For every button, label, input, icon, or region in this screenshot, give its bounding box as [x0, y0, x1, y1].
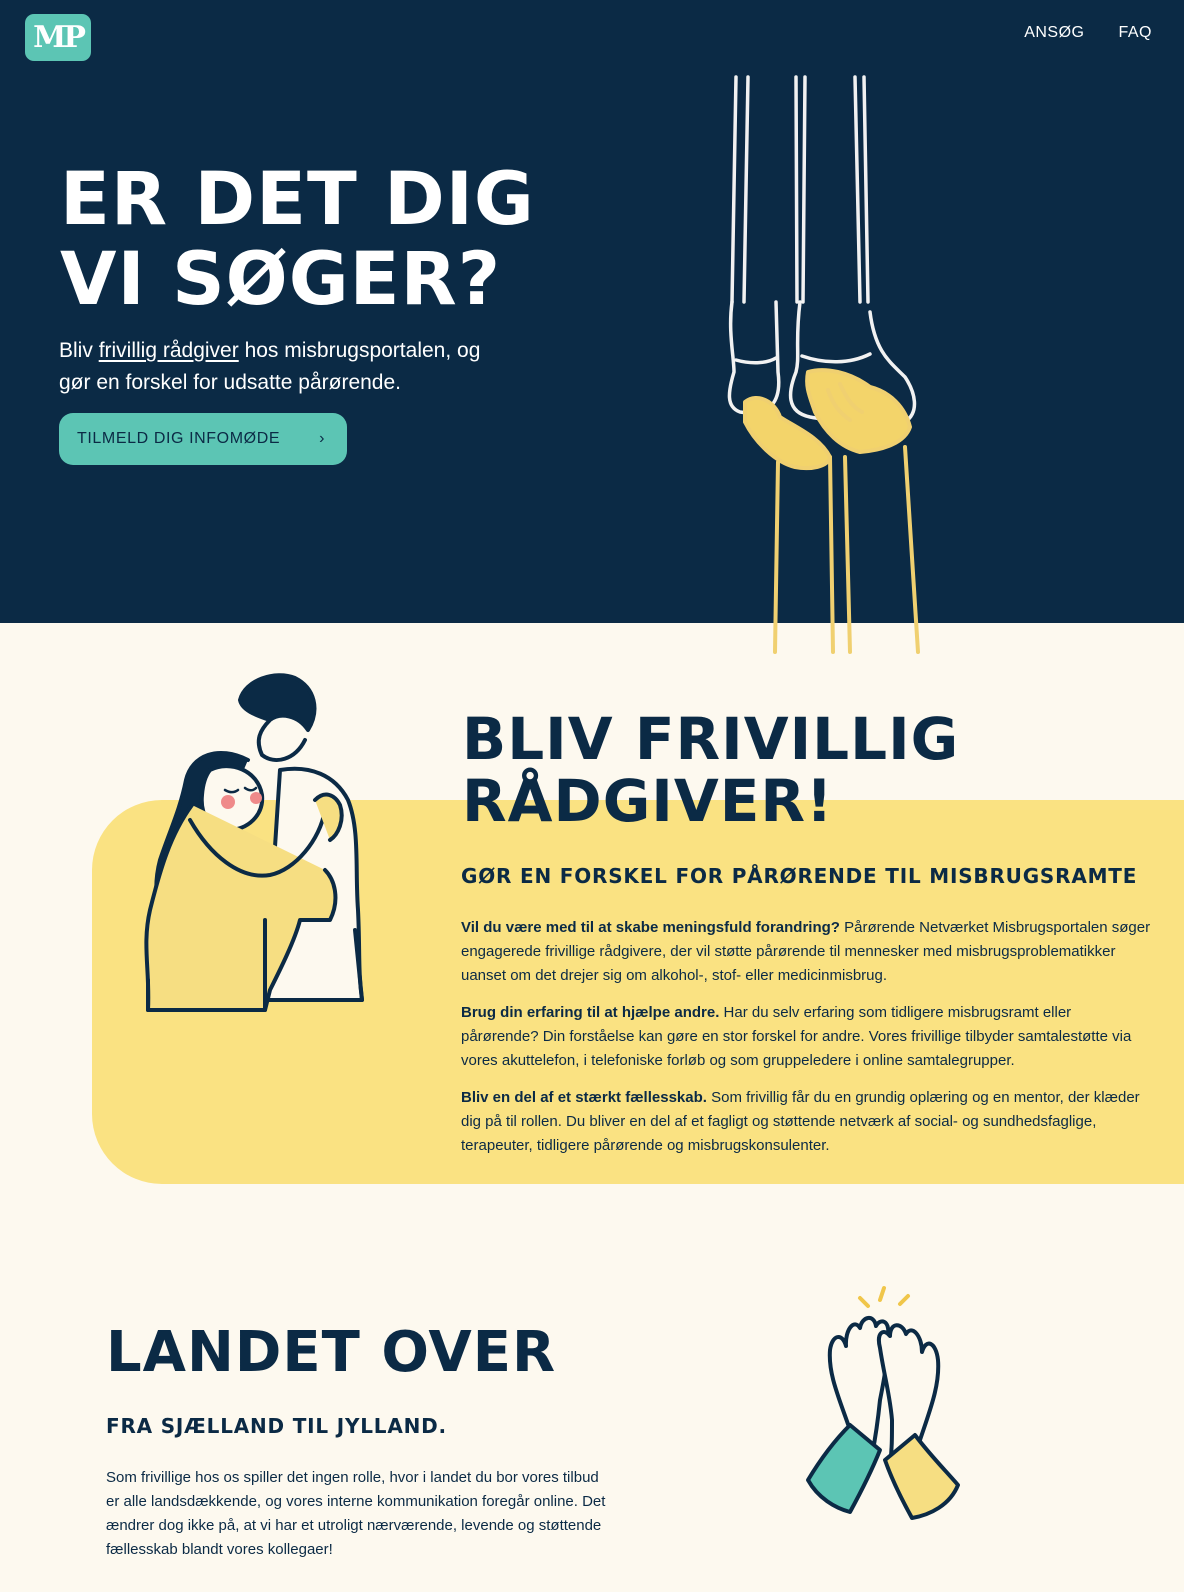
hero-title-line1: ER DET DIG: [60, 157, 535, 242]
nav-link-apply[interactable]: ANSØG: [1024, 24, 1084, 42]
country-title: LANDET OVER: [106, 1320, 557, 1385]
paragraph-lead: Brug din erfaring til at hjælpe andre.: [461, 1004, 720, 1021]
hero-subtitle-link[interactable]: frivillig rådgiver: [99, 339, 239, 362]
volunteer-title: BLIV FRIVILLIG RÅDGIVER!: [462, 708, 959, 832]
volunteer-title-line2: RÅDGIVER!: [462, 767, 834, 835]
hero-subtitle: Bliv frivillig rådgiver hos misbrugsport…: [59, 335, 499, 399]
logo[interactable]: MP: [25, 14, 91, 61]
country-subtitle: FRA SJÆLLAND TIL JYLLAND.: [106, 1414, 447, 1438]
volunteer-paragraph-2: Brug din erfaring til at hjælpe andre. H…: [461, 1001, 1151, 1073]
cta-label: TILMELD DIG INFOMØDE: [77, 430, 281, 447]
nav-link-faq[interactable]: FAQ: [1118, 24, 1152, 42]
volunteer-body: Vil du være med til at skabe meningsfuld…: [461, 916, 1151, 1171]
main-nav: ANSØG FAQ: [1024, 24, 1152, 42]
volunteer-paragraph-1: Vil du være med til at skabe meningsfuld…: [461, 916, 1151, 988]
volunteer-title-line1: BLIV FRIVILLIG: [462, 705, 960, 773]
volunteer-subtitle: GØR EN FORSKEL FOR PÅRØRENDE TIL MISBRUG…: [461, 864, 1138, 888]
country-body: Som frivillige hos os spiller det ingen …: [106, 1469, 606, 1558]
hug-illustration: [144, 673, 364, 1012]
legs-hands-illustration: [727, 75, 920, 654]
chevron-right-icon: ›: [319, 430, 325, 447]
hero-subtitle-pre: Bliv: [59, 339, 99, 362]
hero-title-line2: VI SØGER?: [60, 237, 502, 322]
hero-section: MP ANSØG FAQ ER DET DIG VI SØGER? Bliv f…: [0, 0, 1184, 623]
hero-title: ER DET DIG VI SØGER?: [60, 160, 535, 320]
paragraph-lead: Bliv en del af et stærkt fællesskab.: [461, 1089, 707, 1106]
paragraph-lead: Vil du være med til at skabe meningsfuld…: [461, 919, 840, 936]
high-five-illustration: [806, 1286, 960, 1520]
volunteer-paragraph-3: Bliv en del af et stærkt fællesskab. Som…: [461, 1086, 1151, 1158]
signup-infomeeting-button[interactable]: TILMELD DIG INFOMØDE ›: [59, 413, 347, 465]
